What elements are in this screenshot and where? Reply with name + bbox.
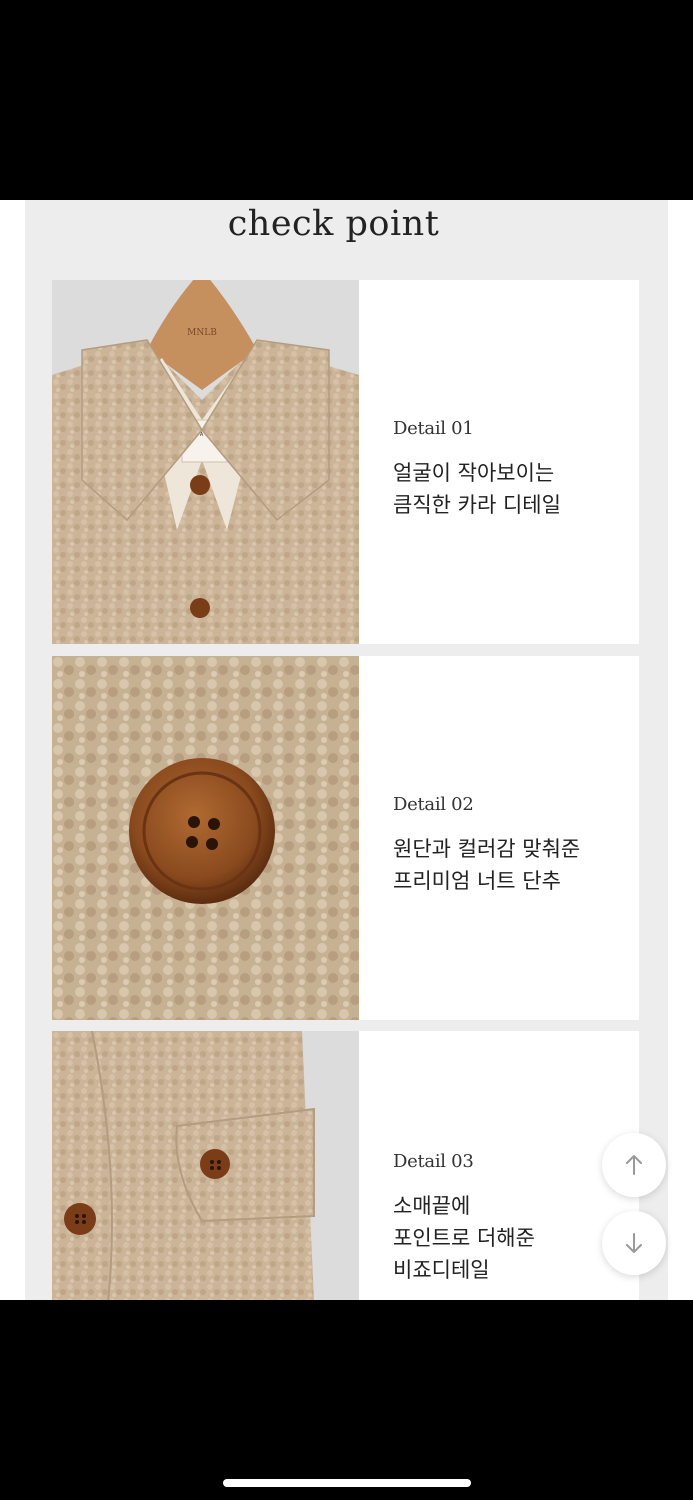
scroll-down-button[interactable] — [602, 1211, 666, 1275]
detail-label: Detail 02 — [393, 794, 474, 815]
detail-photo-sleeve — [52, 1031, 359, 1300]
detail-photo-button — [52, 656, 359, 1020]
svg-text:MNLB: MNLB — [187, 328, 217, 338]
detail-card-3: Detail 03 소매끝에 포인트로 더해준 비죠디테일 — [52, 1031, 639, 1300]
detail-card-1: MNLB MINI A LABEL Detail 01 얼굴이 작아보이는 큼직… — [52, 280, 639, 644]
detail-label: Detail 03 — [393, 1151, 474, 1172]
scroll-up-button[interactable] — [602, 1133, 666, 1197]
page-content: check point MNLB MINI A LABEL Detail 01 … — [0, 200, 693, 1300]
detail-description: 얼굴이 작아보이는 큼직한 카라 디테일 — [393, 461, 561, 517]
detail-photo-collar: MNLB MINI A LABEL — [52, 280, 359, 644]
detail-description: 소매끝에 포인트로 더해준 비죠디테일 — [393, 1194, 535, 1282]
detail-card-2: Detail 02 원단과 컬러감 맞춰준 프리미엄 너트 단추 — [52, 656, 639, 1020]
detail-text-2: Detail 02 원단과 컬러감 맞춰준 프리미엄 너트 단추 — [393, 794, 580, 897]
detail-text-3: Detail 03 소매끝에 포인트로 더해준 비죠디테일 — [393, 1151, 535, 1286]
home-indicator[interactable] — [223, 1479, 471, 1487]
arrow-down-icon — [626, 1233, 642, 1253]
arrow-up-icon — [626, 1155, 642, 1175]
detail-description: 원단과 컬러감 맞춰준 프리미엄 너트 단추 — [393, 837, 581, 893]
detail-label: Detail 01 — [393, 418, 474, 439]
section-title: check point — [227, 204, 440, 244]
detail-text-1: Detail 01 얼굴이 작아보이는 큼직한 카라 디테일 — [393, 418, 561, 521]
